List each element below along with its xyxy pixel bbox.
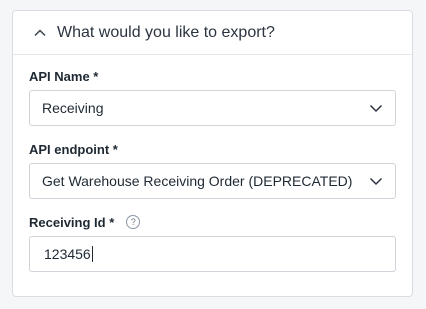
api-endpoint-value: Get Warehouse Receiving Order (DEPRECATE… xyxy=(42,173,353,189)
receiving-id-label-row: Receiving Id * ? xyxy=(29,213,396,231)
api-name-field: API Name * Receiving xyxy=(29,67,396,126)
api-name-select[interactable]: Receiving xyxy=(29,90,396,126)
receiving-id-value: 123456 xyxy=(44,246,91,262)
panel-body: API Name * Receiving API endpoint * Get … xyxy=(13,55,412,272)
receiving-id-field: Receiving Id * ? 123456 xyxy=(29,213,396,272)
api-name-value: Receiving xyxy=(42,100,104,116)
chevron-up-icon[interactable] xyxy=(33,26,47,40)
receiving-id-input[interactable]: 123456 xyxy=(29,236,396,272)
text-caret xyxy=(91,246,93,262)
export-panel-header[interactable]: What would you like to export? xyxy=(13,11,412,55)
panel-title: What would you like to export? xyxy=(57,23,275,41)
receiving-id-label: Receiving Id * xyxy=(29,214,115,230)
chevron-down-icon xyxy=(369,177,383,186)
export-panel: What would you like to export? API Name … xyxy=(12,10,413,297)
api-endpoint-label: API endpoint * xyxy=(29,141,118,157)
api-endpoint-field: API endpoint * Get Warehouse Receiving O… xyxy=(29,140,396,199)
chevron-down-icon xyxy=(369,104,383,113)
help-icon[interactable]: ? xyxy=(126,215,141,229)
api-endpoint-select[interactable]: Get Warehouse Receiving Order (DEPRECATE… xyxy=(29,163,396,199)
api-name-label: API Name * xyxy=(29,68,99,84)
